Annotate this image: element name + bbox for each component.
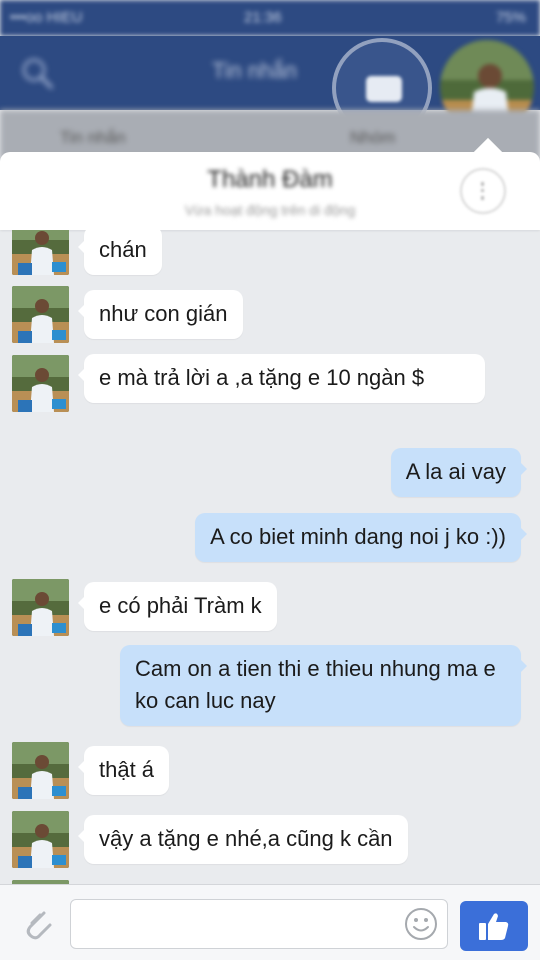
thumbs-up-icon: [479, 913, 509, 940]
clock-label: 21:36: [244, 9, 282, 26]
app-header: Tin nhắn: [0, 36, 540, 138]
more-icon[interactable]: [460, 168, 506, 214]
contact-avatar[interactable]: [12, 286, 69, 343]
conversation-header: Thành Đàm Vừa hoạt động trên di động: [0, 137, 540, 230]
contact-avatar[interactable]: [12, 579, 69, 636]
message-text: vậy a tặng e nhé,a cũng k cần: [99, 826, 393, 851]
message-outgoing[interactable]: Cam on a tien thi e thieu nhung ma e ko …: [120, 645, 527, 726]
status-bar: •••oo HIEU 21:36 75%: [0, 0, 540, 36]
message-incoming[interactable]: chán: [78, 230, 162, 275]
message-incoming[interactable]: e có phải Tràm k: [78, 582, 277, 631]
contact-avatar[interactable]: [12, 811, 69, 868]
like-button[interactable]: [460, 901, 528, 951]
message-incoming[interactable]: vậy a tặng e nhé,a cũng k cần: [78, 815, 408, 864]
message-input[interactable]: [70, 899, 448, 949]
tab-groups[interactable]: Nhóm: [350, 128, 395, 148]
message-incoming[interactable]: thật á: [77, 746, 170, 795]
contact-avatar[interactable]: [12, 355, 69, 412]
message-incoming[interactable]: e mà trả lời a ,a tặng e 10 ngàn $: [78, 354, 485, 403]
compose-icon: [366, 76, 402, 102]
contact-avatar[interactable]: [12, 742, 69, 799]
tab-messages[interactable]: Tin nhắn: [60, 128, 126, 148]
contact-avatar[interactable]: [12, 230, 69, 275]
header-title: Tin nhắn: [212, 58, 297, 83]
contact-status: Vừa hoạt động trên di động: [184, 202, 356, 218]
message-outgoing[interactable]: A la ai vay: [390, 448, 528, 497]
composer-bar: [0, 884, 540, 960]
search-icon[interactable]: [20, 56, 54, 90]
carrier-label: •••oo HIEU: [10, 9, 83, 26]
message-incoming[interactable]: như con gián: [78, 290, 243, 339]
smiley-icon[interactable]: [404, 907, 438, 941]
battery-label: 75%: [495, 9, 526, 26]
attach-icon[interactable]: [18, 903, 58, 943]
message-outgoing[interactable]: A co biet minh dang noi j ko :)): [195, 513, 527, 562]
message-list[interactable]: chán như con gián e mà trả lời a ,a tặng…: [0, 230, 540, 884]
contact-name[interactable]: Thành Đàm: [0, 166, 540, 194]
